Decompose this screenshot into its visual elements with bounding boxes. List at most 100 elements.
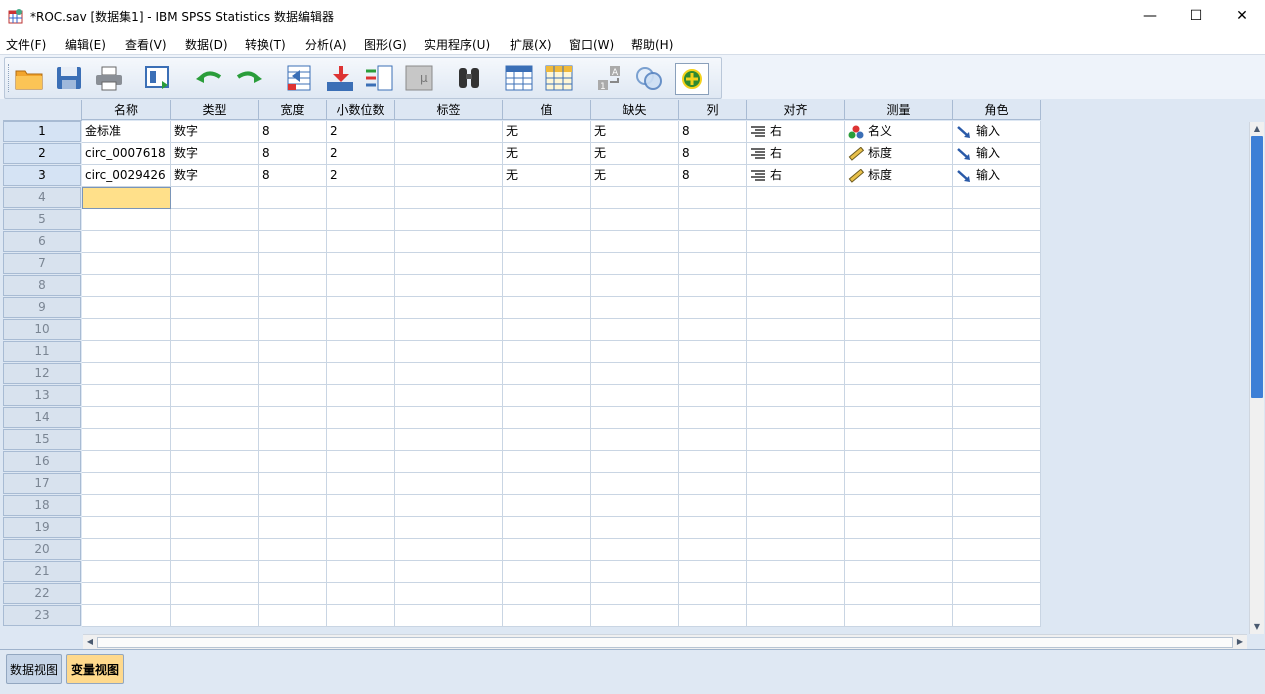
cell-align[interactable] [747, 187, 845, 209]
variables-icon[interactable] [363, 63, 395, 93]
cell-role[interactable] [953, 385, 1041, 407]
close-button[interactable]: ✕ [1219, 0, 1265, 32]
cell-columns[interactable] [679, 473, 747, 495]
cell-type[interactable] [171, 297, 259, 319]
cell-decimals[interactable] [327, 605, 395, 627]
cell-name[interactable] [82, 385, 171, 407]
cell-columns[interactable]: 8 [679, 121, 747, 143]
cell-decimals[interactable]: 2 [327, 121, 395, 143]
cell-type[interactable] [171, 319, 259, 341]
row-header[interactable]: 7 [3, 253, 81, 274]
cell-missing[interactable] [591, 539, 679, 561]
cell-width[interactable] [259, 385, 327, 407]
column-header-columns[interactable]: 列 [679, 100, 747, 120]
redo-icon[interactable] [233, 63, 265, 93]
cell-role[interactable] [953, 539, 1041, 561]
cell-role[interactable] [953, 363, 1041, 385]
cell-columns[interactable] [679, 605, 747, 627]
cell-type[interactable] [171, 209, 259, 231]
column-header-type[interactable]: 类型 [171, 100, 259, 120]
cell-type[interactable] [171, 495, 259, 517]
cell-measure[interactable] [845, 583, 953, 605]
tab-variable-view[interactable]: 变量视图 [66, 654, 124, 684]
cell-role[interactable] [953, 253, 1041, 275]
cell-columns[interactable] [679, 561, 747, 583]
horizontal-scroll-thumb[interactable] [97, 637, 1233, 648]
cell-name[interactable] [82, 495, 171, 517]
cell-role[interactable] [953, 517, 1041, 539]
cell-missing[interactable] [591, 407, 679, 429]
cell-role[interactable] [953, 561, 1041, 583]
cell-type[interactable] [171, 451, 259, 473]
cell-width[interactable] [259, 605, 327, 627]
value-labels-icon[interactable] [633, 63, 665, 93]
cell-decimals[interactable] [327, 275, 395, 297]
tab-data-view[interactable]: 数据视图 [6, 654, 62, 684]
cell-role[interactable] [953, 583, 1041, 605]
cell-measure[interactable] [845, 429, 953, 451]
cell-values[interactable] [503, 495, 591, 517]
cell-decimals[interactable] [327, 561, 395, 583]
cell-missing[interactable] [591, 341, 679, 363]
column-header-missing[interactable]: 缺失 [591, 100, 679, 120]
cell-role[interactable] [953, 451, 1041, 473]
cell-missing[interactable]: 无 [591, 121, 679, 143]
cell-missing[interactable] [591, 495, 679, 517]
cell-missing[interactable] [591, 275, 679, 297]
cell-values[interactable] [503, 253, 591, 275]
cell-align[interactable] [747, 319, 845, 341]
cell-label[interactable] [395, 187, 503, 209]
menu-transform[interactable]: 转换(T) [245, 36, 286, 53]
cell-columns[interactable] [679, 231, 747, 253]
cell-measure[interactable] [845, 363, 953, 385]
cell-values[interactable] [503, 385, 591, 407]
cell-align[interactable]: 右 [747, 143, 845, 165]
cell-role[interactable]: 输入 [953, 165, 1041, 187]
menu-window[interactable]: 窗口(W) [569, 36, 614, 53]
cell-measure[interactable] [845, 407, 953, 429]
cell-decimals[interactable] [327, 231, 395, 253]
cell-missing[interactable] [591, 297, 679, 319]
cell-measure[interactable] [845, 319, 953, 341]
cell-decimals[interactable] [327, 209, 395, 231]
cell-values[interactable] [503, 407, 591, 429]
cell-missing[interactable] [591, 231, 679, 253]
cell-missing[interactable] [591, 187, 679, 209]
cell-name[interactable] [82, 275, 171, 297]
split-file-icon[interactable]: A1 [593, 63, 625, 93]
cell-columns[interactable] [679, 319, 747, 341]
cell-columns[interactable] [679, 363, 747, 385]
cell-width[interactable] [259, 561, 327, 583]
cell-role[interactable] [953, 341, 1041, 363]
scroll-right-arrow-icon[interactable]: ▶ [1233, 635, 1247, 649]
cell-type[interactable] [171, 583, 259, 605]
cell-name[interactable] [82, 319, 171, 341]
cell-measure[interactable] [845, 385, 953, 407]
row-header[interactable]: 3 [3, 165, 81, 186]
vertical-scroll-thumb[interactable] [1251, 136, 1263, 398]
cell-measure[interactable] [845, 275, 953, 297]
cell-name[interactable] [82, 429, 171, 451]
cell-name[interactable] [82, 517, 171, 539]
row-header[interactable]: 5 [3, 209, 81, 230]
cell-label[interactable] [395, 451, 503, 473]
insert-variable-icon[interactable] [543, 63, 575, 93]
cell-measure[interactable] [845, 253, 953, 275]
cell-width[interactable] [259, 319, 327, 341]
horizontal-scrollbar[interactable]: ◀ ▶ [83, 634, 1247, 649]
find-icon[interactable] [453, 63, 485, 93]
cell-values[interactable] [503, 209, 591, 231]
cell-measure[interactable] [845, 187, 953, 209]
cell-width[interactable] [259, 473, 327, 495]
cell-type[interactable] [171, 363, 259, 385]
cell-decimals[interactable] [327, 407, 395, 429]
cell-align[interactable]: 右 [747, 121, 845, 143]
cell-name[interactable]: circ_0007618 [82, 143, 171, 165]
cell-align[interactable] [747, 341, 845, 363]
cell-missing[interactable] [591, 605, 679, 627]
cell-label[interactable] [395, 561, 503, 583]
cell-measure[interactable] [845, 539, 953, 561]
recall-dialog-icon[interactable] [143, 63, 175, 93]
cell-measure[interactable]: 名义 [845, 121, 953, 143]
cell-type[interactable] [171, 605, 259, 627]
